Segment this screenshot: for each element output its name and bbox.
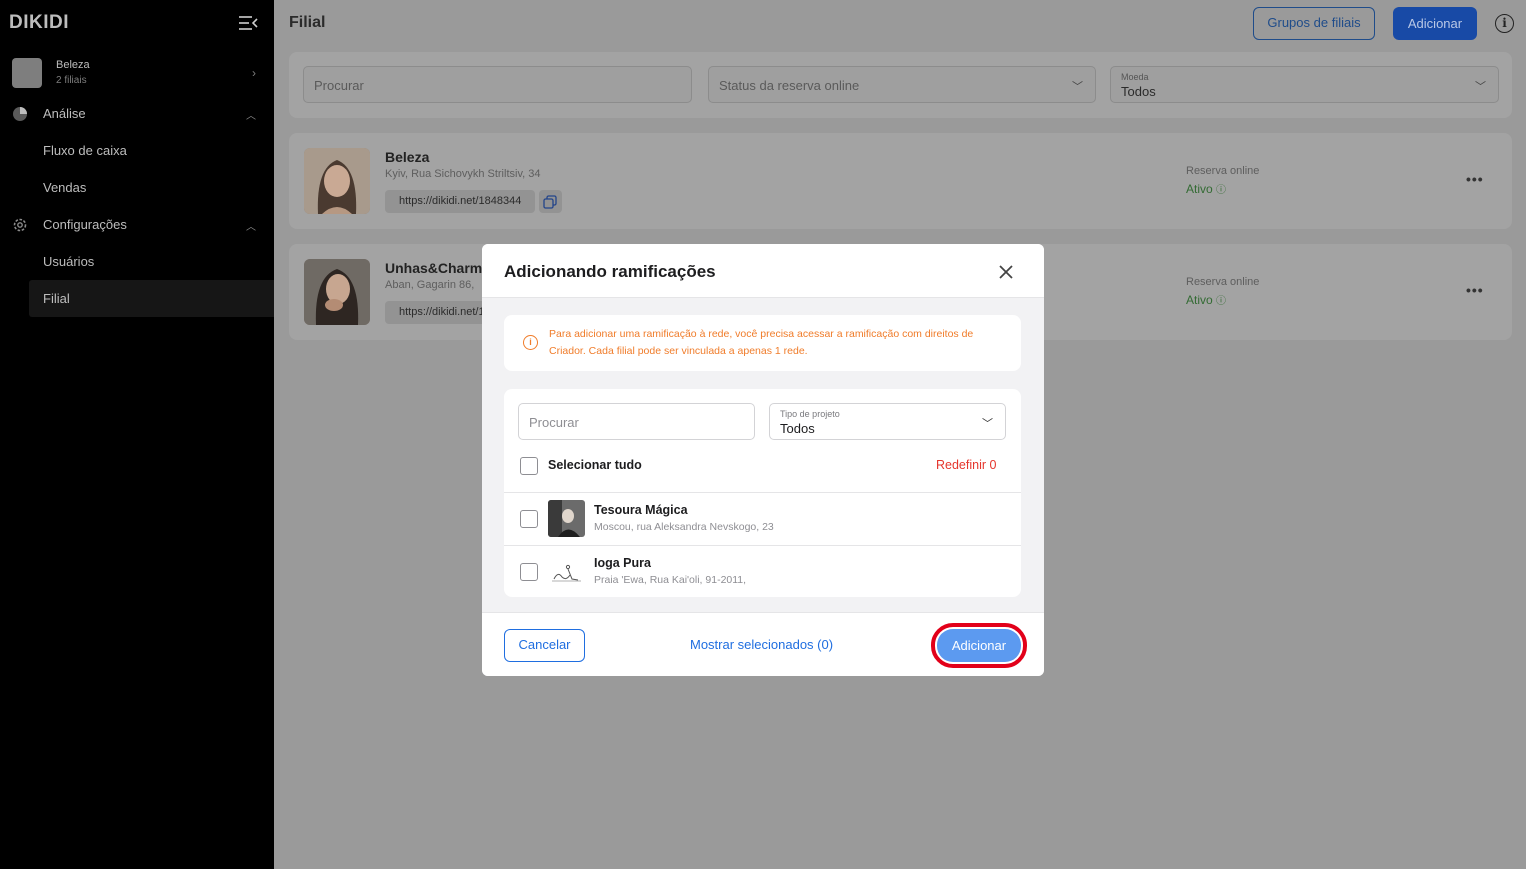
branch-thumbnail <box>548 500 585 537</box>
chevron-down-icon: ﹀ <box>1475 81 1486 93</box>
nav-section-label: Análise <box>43 106 86 121</box>
search-placeholder: Procurar <box>529 415 579 430</box>
branch-address: Kyiv, Rua Sichovykh Striltsiv, 34 <box>385 168 541 180</box>
account-switcher[interactable]: Beleza 2 filiais › <box>12 58 262 90</box>
branch-thumbnail <box>548 553 585 590</box>
select-all-label[interactable]: Selecionar tudo <box>548 458 642 472</box>
more-options-icon[interactable]: ••• <box>1466 171 1484 187</box>
show-selected-button[interactable]: Mostrar selecionados (0) <box>690 637 833 652</box>
branch-address: Aban, Gagarin 86, <box>385 279 475 291</box>
copy-icon[interactable] <box>539 190 562 213</box>
gear-icon <box>13 218 27 232</box>
add-branches-modal: Adicionando ramificações i Para adiciona… <box>482 244 1044 676</box>
item-address: Moscou, rua Aleksandra Nevskogo, 23 <box>594 521 774 533</box>
cancel-button[interactable]: Cancelar <box>504 629 585 662</box>
sidebar: DIKIDI Beleza 2 filiais › Análise ︿ Flux… <box>0 0 274 869</box>
info-alert: i Para adicionar uma ramificação à rede,… <box>504 315 1021 371</box>
online-reservation-label: Reserva online <box>1186 165 1260 177</box>
branch-name: Beleza <box>385 149 430 165</box>
add-button[interactable]: Adicionar <box>937 629 1021 662</box>
help-icon[interactable]: ⓘ <box>1216 296 1226 307</box>
branch-photo <box>304 259 370 325</box>
filter-bar: Procurar Status da reserva online ﹀ Moed… <box>289 52 1512 118</box>
nav-section-analise[interactable]: Análise ︿ <box>12 103 262 127</box>
add-branch-button[interactable]: Adicionar <box>1393 7 1477 40</box>
project-type-select[interactable]: Tipo de projeto Todos ﹀ <box>769 403 1006 440</box>
online-reservation-label: Reserva online <box>1186 276 1260 288</box>
more-options-icon[interactable]: ••• <box>1466 282 1484 298</box>
branch-name: Unhas&Charme <box>385 260 491 276</box>
account-branches-count: 2 filiais <box>56 75 87 86</box>
modal-search-input[interactable]: Procurar <box>518 403 755 440</box>
nav-section-label: Configurações <box>43 217 127 232</box>
reservation-status-select[interactable]: Status da reserva online ﹀ <box>708 66 1096 103</box>
status-text: Ativo <box>1186 293 1213 307</box>
help-icon[interactable]: ⓘ <box>1216 185 1226 196</box>
item-address: Praia 'Ewa, Rua Kai'oli, 91-2011, <box>594 574 747 586</box>
modal-title: Adicionando ramificações <box>504 262 716 281</box>
item-name: Ioga Pura <box>594 556 651 570</box>
alert-text: Para adicionar uma ramificação à rede, v… <box>549 328 974 357</box>
branch-link[interactable]: https://dikidi.net/1848344 <box>385 190 535 213</box>
select-all-checkbox[interactable] <box>520 457 538 475</box>
modal-footer: Cancelar Mostrar selecionados (0) Adicio… <box>482 612 1044 676</box>
search-input[interactable]: Procurar <box>303 66 692 103</box>
pie-chart-icon <box>13 107 27 121</box>
info-icon: i <box>523 335 538 350</box>
online-reservation-status: Ativo ⓘ <box>1186 181 1226 196</box>
sidebar-item-filial[interactable]: Filial <box>29 280 274 317</box>
info-icon[interactable]: i <box>1495 14 1514 33</box>
close-icon[interactable] <box>996 262 1016 282</box>
sidebar-item-usuarios[interactable]: Usuários <box>29 243 274 280</box>
project-type-value: Todos <box>780 421 815 436</box>
reset-button[interactable]: Redefinir 0 <box>936 458 996 472</box>
list-item[interactable]: Tesoura Mágica Moscou, rua Aleksandra Ne… <box>504 492 1021 545</box>
item-checkbox[interactable] <box>520 563 538 581</box>
branch-card[interactable]: Beleza Kyiv, Rua Sichovykh Striltsiv, 34… <box>289 133 1512 229</box>
currency-select[interactable]: Moeda Todos ﹀ <box>1110 66 1499 103</box>
chevron-right-icon: › <box>252 66 256 80</box>
search-placeholder: Procurar <box>314 78 364 93</box>
currency-value: Todos <box>1121 84 1156 99</box>
branch-groups-button[interactable]: Grupos de filiais <box>1253 7 1375 40</box>
logo: DIKIDI <box>9 12 69 33</box>
nav-section-configuracoes[interactable]: Configurações ︿ <box>12 214 262 238</box>
modal-header: Adicionando ramificações <box>482 244 1044 298</box>
chevron-up-icon: ︿ <box>246 222 256 233</box>
account-name: Beleza <box>56 59 90 71</box>
online-reservation-status: Ativo ⓘ <box>1186 292 1226 307</box>
status-text: Ativo <box>1186 182 1213 196</box>
branch-list-panel: Procurar Tipo de projeto Todos ﹀ Selecio… <box>504 389 1021 597</box>
project-type-label: Tipo de projeto <box>780 409 840 419</box>
avatar <box>12 58 42 88</box>
currency-label: Moeda <box>1121 72 1149 82</box>
item-name: Tesoura Mágica <box>594 503 688 517</box>
sidebar-item-fluxo-de-caixa[interactable]: Fluxo de caixa <box>29 132 274 169</box>
chevron-up-icon: ︿ <box>246 111 256 122</box>
branch-photo <box>304 148 370 214</box>
status-placeholder: Status da reserva online <box>719 78 860 93</box>
collapse-menu-icon[interactable] <box>238 14 258 32</box>
chevron-down-icon: ﹀ <box>1072 81 1083 93</box>
sidebar-item-vendas[interactable]: Vendas <box>29 169 274 206</box>
list-item[interactable]: Ioga Pura Praia 'Ewa, Rua Kai'oli, 91-20… <box>504 545 1021 597</box>
chevron-down-icon: ﹀ <box>982 418 993 430</box>
item-checkbox[interactable] <box>520 510 538 528</box>
page-title: Filial <box>289 14 326 31</box>
